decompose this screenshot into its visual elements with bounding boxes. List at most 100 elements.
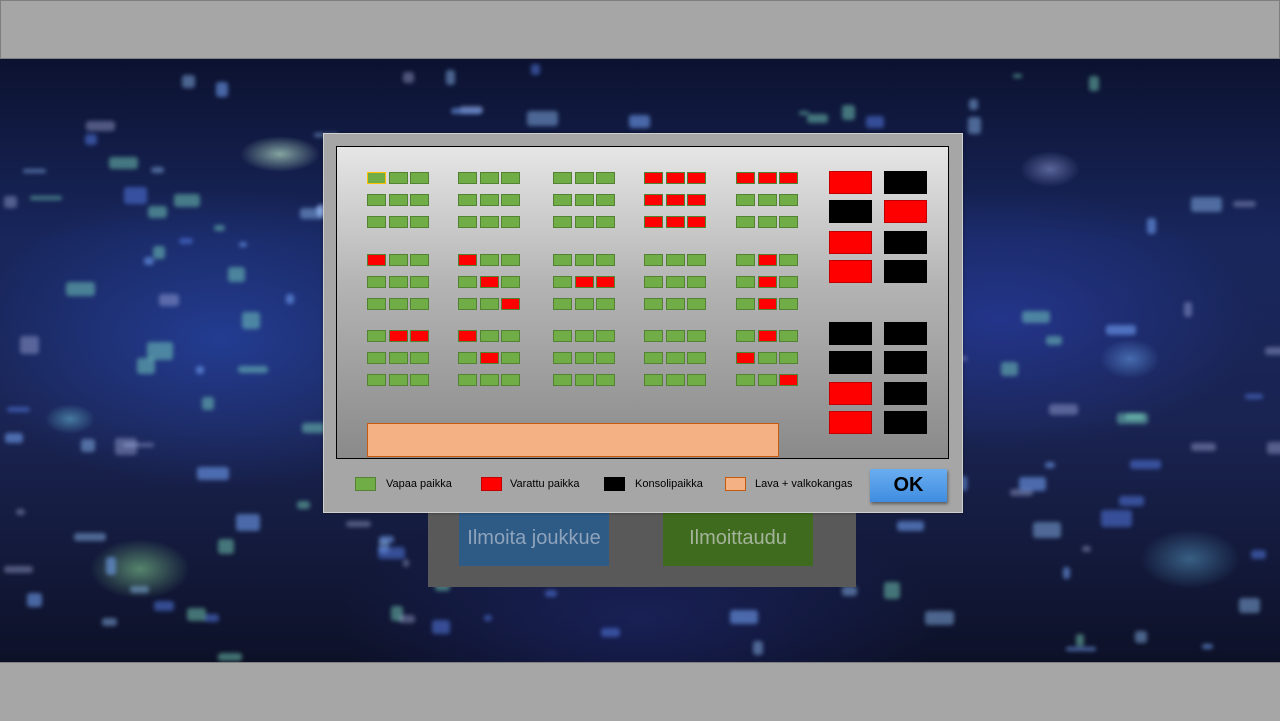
free-seat[interactable]: [553, 330, 572, 342]
free-seat[interactable]: [665, 254, 685, 266]
free-seat[interactable]: [553, 298, 572, 310]
free-seat[interactable]: [501, 276, 520, 288]
free-seat[interactable]: [644, 254, 663, 266]
free-seat[interactable]: [479, 298, 499, 310]
free-seat[interactable]: [367, 276, 386, 288]
taken-seat[interactable]: [367, 254, 386, 266]
free-seat[interactable]: [410, 374, 429, 386]
free-seat[interactable]: [757, 194, 777, 206]
taken-seat[interactable]: [779, 374, 798, 386]
free-seat[interactable]: [779, 352, 798, 364]
free-seat[interactable]: [553, 172, 572, 184]
free-seat[interactable]: [644, 298, 663, 310]
taken-seat[interactable]: [458, 254, 477, 266]
free-seat[interactable]: [644, 330, 663, 342]
free-seat[interactable]: [736, 298, 755, 310]
free-seat[interactable]: [665, 330, 685, 342]
console-seat[interactable]: [829, 322, 872, 345]
free-seat[interactable]: [479, 172, 499, 184]
free-seat[interactable]: [574, 254, 594, 266]
taken-seat[interactable]: [479, 276, 499, 288]
console-seat[interactable]: [884, 322, 927, 345]
free-seat[interactable]: [479, 374, 499, 386]
free-seat[interactable]: [665, 374, 685, 386]
free-seat[interactable]: [736, 276, 755, 288]
free-seat[interactable]: [388, 374, 408, 386]
free-seat[interactable]: [501, 352, 520, 364]
free-seat[interactable]: [644, 276, 663, 288]
free-seat[interactable]: [553, 254, 572, 266]
register-team-button[interactable]: Ilmoita joukkue: [459, 510, 609, 566]
free-seat[interactable]: [736, 194, 755, 206]
free-seat[interactable]: [574, 374, 594, 386]
free-seat[interactable]: [501, 194, 520, 206]
free-seat[interactable]: [687, 352, 706, 364]
free-seat[interactable]: [757, 374, 777, 386]
taken-seat[interactable]: [644, 172, 663, 184]
free-seat[interactable]: [553, 194, 572, 206]
free-seat[interactable]: [501, 330, 520, 342]
free-seat[interactable]: [779, 330, 798, 342]
free-seat[interactable]: [687, 276, 706, 288]
free-seat[interactable]: [458, 276, 477, 288]
free-seat[interactable]: [388, 172, 408, 184]
free-seat[interactable]: [410, 254, 429, 266]
taken-seat[interactable]: [388, 330, 408, 342]
taken-console-seat[interactable]: [829, 171, 872, 194]
free-seat[interactable]: [501, 254, 520, 266]
taken-console-seat[interactable]: [829, 411, 872, 434]
free-seat[interactable]: [574, 194, 594, 206]
free-seat[interactable]: [410, 352, 429, 364]
free-seat[interactable]: [388, 352, 408, 364]
taken-seat[interactable]: [736, 352, 755, 364]
console-seat[interactable]: [884, 260, 927, 283]
taken-seat[interactable]: [757, 276, 777, 288]
free-seat[interactable]: [458, 194, 477, 206]
free-seat[interactable]: [779, 298, 798, 310]
free-seat[interactable]: [410, 216, 429, 228]
taken-seat[interactable]: [479, 352, 499, 364]
taken-seat[interactable]: [501, 298, 520, 310]
free-seat[interactable]: [410, 194, 429, 206]
free-seat[interactable]: [553, 276, 572, 288]
free-seat[interactable]: [757, 216, 777, 228]
free-seat[interactable]: [458, 216, 477, 228]
ok-button[interactable]: OK: [870, 469, 947, 502]
free-seat[interactable]: [687, 298, 706, 310]
free-seat[interactable]: [388, 276, 408, 288]
free-seat[interactable]: [574, 298, 594, 310]
free-seat[interactable]: [574, 172, 594, 184]
free-seat[interactable]: [367, 352, 386, 364]
free-seat[interactable]: [779, 276, 798, 288]
free-seat[interactable]: [596, 216, 615, 228]
free-seat[interactable]: [458, 374, 477, 386]
taken-seat[interactable]: [596, 276, 615, 288]
free-seat[interactable]: [736, 374, 755, 386]
free-seat[interactable]: [388, 194, 408, 206]
console-seat[interactable]: [884, 231, 927, 254]
taken-seat[interactable]: [410, 330, 429, 342]
taken-seat[interactable]: [644, 194, 663, 206]
free-seat[interactable]: [458, 172, 477, 184]
free-seat[interactable]: [644, 374, 663, 386]
free-seat[interactable]: [596, 352, 615, 364]
free-seat[interactable]: [596, 254, 615, 266]
taken-console-seat[interactable]: [829, 260, 872, 283]
console-seat[interactable]: [884, 382, 927, 405]
free-seat[interactable]: [388, 298, 408, 310]
free-seat[interactable]: [367, 330, 386, 342]
free-seat[interactable]: [644, 352, 663, 364]
console-seat[interactable]: [884, 411, 927, 434]
taken-seat[interactable]: [574, 276, 594, 288]
free-seat[interactable]: [479, 254, 499, 266]
free-seat[interactable]: [665, 276, 685, 288]
taken-seat[interactable]: [757, 330, 777, 342]
free-seat[interactable]: [736, 330, 755, 342]
free-seat[interactable]: [367, 172, 386, 184]
free-seat[interactable]: [687, 374, 706, 386]
taken-seat[interactable]: [458, 330, 477, 342]
taken-seat[interactable]: [665, 194, 685, 206]
free-seat[interactable]: [596, 298, 615, 310]
free-seat[interactable]: [736, 216, 755, 228]
free-seat[interactable]: [553, 216, 572, 228]
